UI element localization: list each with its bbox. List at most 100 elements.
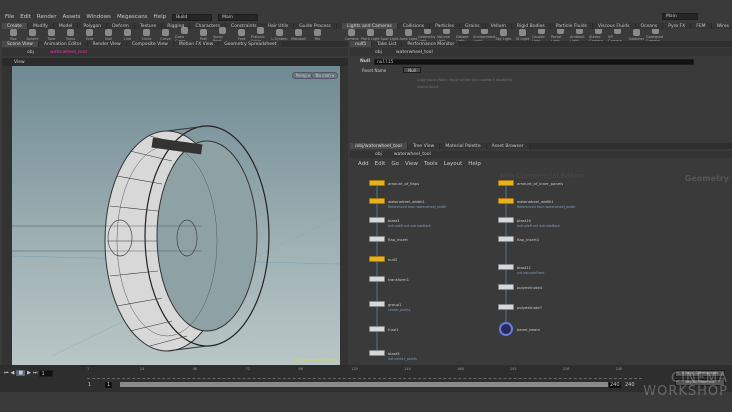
left-toolbar[interactable] <box>2 66 12 365</box>
node-amount-of-inner-panels[interactable] <box>498 180 514 186</box>
pane-tab-scene-view[interactable]: Scene View <box>2 41 39 47</box>
node-bevel-beam[interactable] <box>499 322 513 336</box>
shelf-tool-switcher[interactable]: Switcher <box>627 29 646 41</box>
node-blast11[interactable] <box>498 264 514 270</box>
pane-tab--obj-waterwheel-tool[interactable]: /obj/waterwheel_tool <box>350 143 408 149</box>
first-frame-icon[interactable]: ⏮ <box>4 370 9 376</box>
last-frame-icon[interactable]: ⏭ <box>33 370 38 376</box>
range-start[interactable]: 1 <box>88 382 91 388</box>
shelf-tool-caustic-light[interactable]: Caustic Light <box>532 29 551 41</box>
param-menu[interactable]: Null <box>403 67 421 73</box>
cam-button[interactable]: No cam ▾ <box>311 72 338 79</box>
shelf-tool-line[interactable]: Line <box>118 29 137 41</box>
shelf-tool-area-light[interactable]: Area Light <box>399 29 418 41</box>
shelf-tool-l-system[interactable]: L-System <box>270 29 289 41</box>
network-menu-add[interactable]: Add <box>358 161 369 167</box>
menu-windows[interactable]: Windows <box>86 14 111 20</box>
shelf-tool-path[interactable]: Path <box>194 29 213 41</box>
prev-frame-icon[interactable]: ◀ <box>11 370 15 376</box>
shelf-tool-portal-light[interactable]: Portal Light <box>551 29 570 41</box>
shelf-tool-curve[interactable]: Curve <box>156 29 175 41</box>
range-start-2[interactable]: 1 <box>105 382 113 388</box>
play-icon[interactable]: ▶ <box>27 370 31 376</box>
shelf-tool-box[interactable]: Box <box>4 29 23 41</box>
shelf-tool-tube[interactable]: Tube <box>42 29 61 41</box>
network-menu-help[interactable]: Help <box>468 161 481 167</box>
cache-input-checkbox[interactable]: Cache Input <box>417 85 438 89</box>
shelf-tool-null[interactable]: Null <box>99 29 118 41</box>
pane-tab-asset-browser[interactable]: Asset Browser <box>486 143 530 149</box>
current-frame-field[interactable]: 1 <box>39 369 54 377</box>
node-waterwheel-width1[interactable] <box>498 198 514 204</box>
menu-edit[interactable]: Edit <box>20 14 31 20</box>
menu-file[interactable]: File <box>5 14 14 20</box>
pane-tab-take-list[interactable]: Take List <box>372 41 403 47</box>
pane-tab-render-view[interactable]: Render View <box>87 41 127 47</box>
shelf-tool-stereo-camera[interactable]: Stereo Camera <box>589 29 608 41</box>
shelf-tool-gi-light[interactable]: GI Light <box>513 29 532 41</box>
range-bar[interactable] <box>120 382 608 387</box>
shelf-tool-distant-light[interactable]: Distant Light <box>456 29 475 41</box>
shelf-tool-spot-light[interactable]: Spot Light <box>380 29 399 41</box>
node-flap-insert1[interactable] <box>498 236 514 242</box>
menu-help[interactable]: Help <box>154 14 167 20</box>
menu-megascans[interactable]: Megascans <box>117 14 148 20</box>
pane-tab-motion-fx-view[interactable]: Motion FX View <box>173 41 220 47</box>
node-polyextrude7[interactable] <box>498 304 514 310</box>
shelf-tool-geometry-light[interactable]: Geometry Light <box>418 29 437 41</box>
pane-tab-animation-editor[interactable]: Animation Editor <box>38 41 88 47</box>
shelf-tool-volume-light[interactable]: Volume Light <box>437 29 456 41</box>
shelf-tool-ambient-light[interactable]: Ambient Light <box>570 29 589 41</box>
viewport[interactable]: Persp ▾ No cam ▾ Non-Commercial Edition <box>11 66 341 365</box>
shelf-tool-metaball[interactable]: Metaball <box>289 29 308 41</box>
pane-tab-geometry-spreadsheet[interactable]: Geometry Spreadsheet <box>219 41 283 47</box>
network-menu-view[interactable]: View <box>405 161 418 167</box>
pane-tab-performance-monitor[interactable]: Performance Monitor <box>402 41 461 47</box>
shelf-tool-vr-camera[interactable]: VR Camera <box>608 29 627 41</box>
shelf-tool-sphere[interactable]: Sphere <box>23 29 42 41</box>
node-path[interactable]: waterwheel_tool <box>394 152 431 157</box>
main-select-left[interactable]: Main <box>218 13 259 21</box>
node-name-field[interactable]: null15 <box>374 58 695 65</box>
node-path[interactable]: waterwheel_tool <box>396 50 433 55</box>
shelf-tool-font[interactable]: Font <box>232 29 251 41</box>
network-editor[interactable]: Non-Commercial Edition Geometry amount_o… <box>350 168 732 365</box>
platonic-solids-icon <box>257 27 264 34</box>
network-menu-edit[interactable]: Edit <box>375 161 386 167</box>
view-label[interactable]: View <box>14 60 25 65</box>
spot-light-icon <box>386 29 393 36</box>
shelf-tool-sky-light[interactable]: Sky Light <box>494 29 513 41</box>
obj-path[interactable]: obj <box>375 50 382 55</box>
shelf-tool-grid[interactable]: Grid <box>80 29 99 41</box>
timeline-ruler[interactable]: 1 24 48 72 96 120 144 168 192 216 240 <box>87 367 642 379</box>
shelf-tool-torus[interactable]: Torus <box>61 29 80 41</box>
pane-tab-material-palette[interactable]: Material Palette <box>440 143 487 149</box>
menu-render[interactable]: Render <box>37 14 57 20</box>
shelf-tool-point-light[interactable]: Point Light <box>361 29 380 41</box>
pane-tab-null5[interactable]: null5 <box>350 41 373 47</box>
copy-input-checkbox[interactable]: Copy Input (Note: Input will be still co… <box>417 78 512 82</box>
timeline-tick-label: 96 <box>298 367 303 371</box>
network-menu-tools[interactable]: Tools <box>424 161 438 167</box>
network-menu-layout[interactable]: Layout <box>444 161 463 167</box>
node-blast10[interactable] <box>498 217 514 223</box>
network-path-bar: obj waterwheel_tool <box>350 151 732 158</box>
main-select-right[interactable]: Main <box>662 13 698 20</box>
desktop-select[interactable]: Build <box>172 13 213 21</box>
menu-assets[interactable]: Assets <box>62 14 80 20</box>
network-menu-go[interactable]: Go <box>391 161 399 167</box>
pane-tab-composite-view[interactable]: Composite View <box>126 41 174 47</box>
playback-controls[interactable]: ⏮ ◀ ■ ▶ ⏭ 1 <box>4 369 54 377</box>
shelf-tool-file[interactable]: File <box>308 29 327 41</box>
viewport-right-toolbar[interactable] <box>340 66 348 365</box>
stop-icon[interactable]: ■ <box>16 370 26 376</box>
shelf-tool-gamepad-camera[interactable]: Gamepad Camera <box>646 29 665 41</box>
shelf-tool-circle[interactable]: Circle <box>137 29 156 41</box>
pane-tab-tree-view[interactable]: Tree View <box>407 143 441 149</box>
obj-path[interactable]: obj <box>375 152 382 157</box>
obj-path[interactable]: obj <box>27 50 34 55</box>
node-path[interactable]: waterwheel_tool <box>50 50 87 55</box>
node-polyextrude4[interactable] <box>498 284 514 290</box>
shelf-tool-camera[interactable]: Camera <box>342 29 361 41</box>
shelf-tool-environment-light[interactable]: Environment Light <box>473 29 496 41</box>
